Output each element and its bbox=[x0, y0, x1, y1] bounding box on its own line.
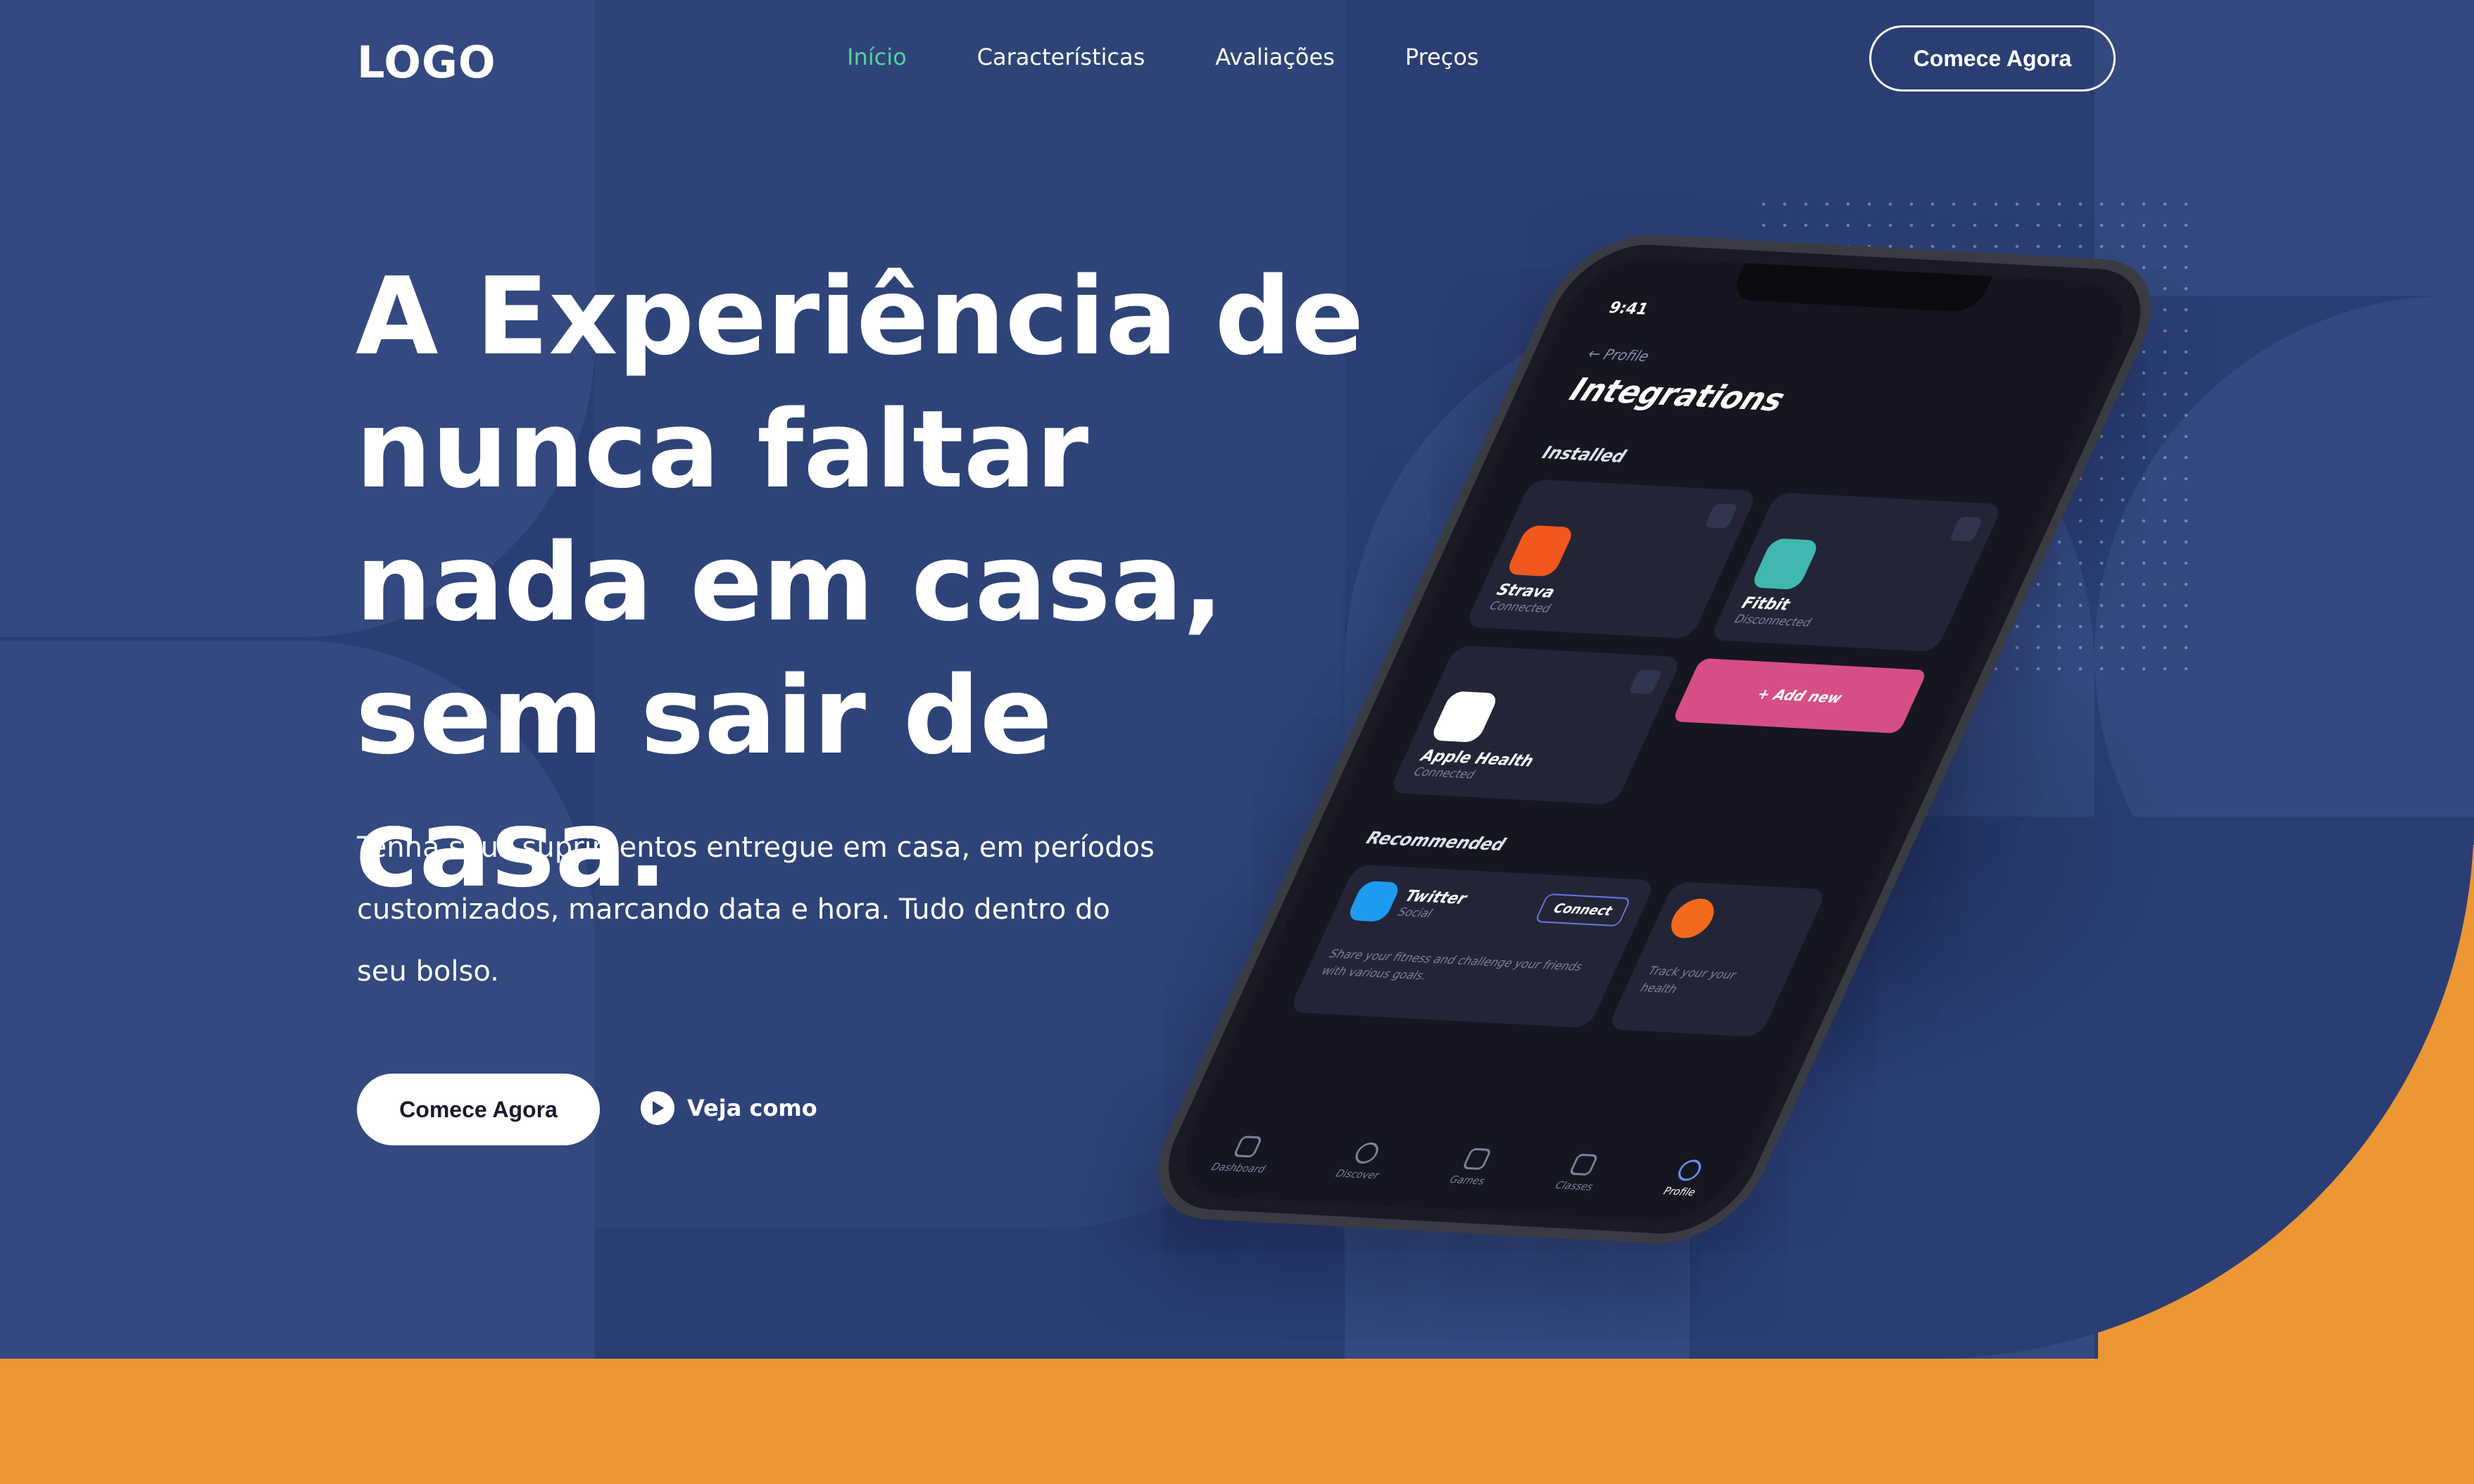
apple-health-icon bbox=[1428, 691, 1500, 743]
app-card-strava: Strava Connected bbox=[1464, 479, 1759, 639]
main-nav: Início Características Avaliações Preços bbox=[847, 44, 1478, 70]
fitbit-icon bbox=[1750, 538, 1821, 590]
hero-headline: A Experiência de nunca faltar nada em ca… bbox=[356, 254, 1364, 911]
twitter-icon bbox=[1345, 880, 1402, 922]
installed-grid: Strava Connected Fitbit Disconnected App… bbox=[1388, 479, 2004, 818]
hero-primary-button[interactable]: Comece Agora bbox=[357, 1074, 600, 1145]
dashboard-icon bbox=[1233, 1136, 1264, 1158]
add-new-slot: + Add new bbox=[1633, 658, 1928, 818]
app-card-fitbit: Fitbit Disconnected bbox=[1709, 492, 2004, 653]
header-cta-button[interactable]: Comece Agora bbox=[1869, 25, 2116, 92]
lock-icon bbox=[1704, 503, 1739, 529]
mi-icon bbox=[1664, 898, 1721, 940]
installed-label: Installed bbox=[1539, 442, 1630, 467]
app-description: Track your your health bbox=[1638, 964, 1739, 996]
connect-button[interactable]: Connect bbox=[1533, 893, 1632, 927]
recommended-row: Twitter Social Connect Share your fitnes… bbox=[1288, 864, 1828, 1038]
app-card-apple-health: Apple Health Connected bbox=[1388, 645, 1683, 805]
lock-icon bbox=[1949, 516, 1984, 542]
footer-orange-band bbox=[0, 1359, 2474, 1484]
user-icon bbox=[1674, 1159, 1704, 1182]
tab-games[interactable]: Games bbox=[1448, 1147, 1498, 1187]
rec-card-twitter: Twitter Social Connect Share your fitnes… bbox=[1288, 864, 1657, 1029]
calendar-icon bbox=[1569, 1153, 1600, 1176]
app-description: Share your fitness and challenge your fr… bbox=[1319, 946, 1585, 983]
tab-classes[interactable]: Classes bbox=[1553, 1153, 1607, 1193]
hero-subtitle: Tenha seus suprimentos entregue em casa,… bbox=[357, 831, 1155, 988]
tab-profile[interactable]: Profile bbox=[1662, 1159, 1709, 1198]
nav-item-precos[interactable]: Preços bbox=[1405, 44, 1479, 70]
nav-item-avaliacoes[interactable]: Avaliações bbox=[1215, 44, 1334, 70]
nav-item-caracteristicas[interactable]: Características bbox=[977, 44, 1145, 70]
watch-video-link[interactable]: Veja como bbox=[641, 1091, 817, 1125]
compass-icon bbox=[1352, 1142, 1383, 1164]
nav-item-inicio[interactable]: Início bbox=[847, 44, 907, 70]
trophy-icon bbox=[1462, 1147, 1493, 1170]
add-new-button[interactable]: + Add new bbox=[1671, 658, 1928, 734]
logo[interactable]: LOGO bbox=[357, 37, 496, 88]
tab-discover[interactable]: Discover bbox=[1333, 1141, 1393, 1181]
lock-icon bbox=[1628, 669, 1663, 695]
watch-video-label: Veja como bbox=[687, 1095, 817, 1121]
tab-dashboard[interactable]: Dashboard bbox=[1210, 1135, 1279, 1176]
play-icon bbox=[641, 1091, 674, 1125]
recommended-label: Recommended bbox=[1363, 827, 1509, 855]
phone-notch bbox=[1728, 263, 1993, 313]
strava-icon bbox=[1505, 524, 1576, 577]
